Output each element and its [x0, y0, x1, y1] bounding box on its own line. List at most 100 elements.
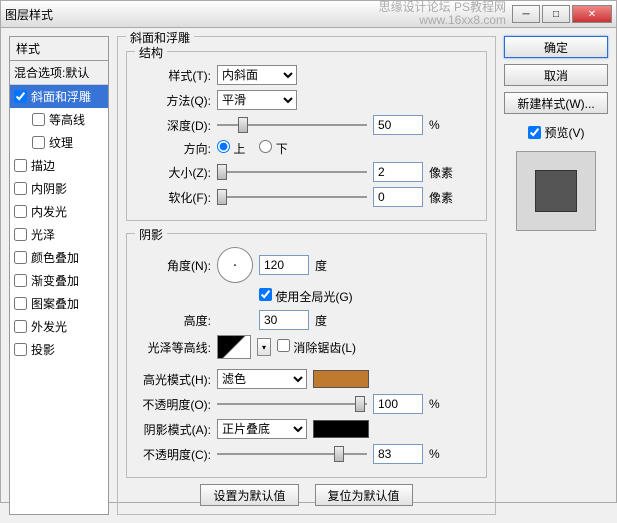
make-default-button[interactable]: 设置为默认值 — [200, 484, 298, 506]
close-button[interactable]: ✕ — [572, 5, 612, 23]
highlight-color-swatch[interactable] — [313, 370, 369, 388]
highlight-mode-select[interactable]: 滤色 — [217, 369, 307, 389]
direction-down[interactable]: 下 — [259, 140, 287, 157]
highlight-opacity-slider[interactable] — [217, 395, 367, 413]
sh-opacity-unit: % — [429, 447, 459, 461]
new-style-button[interactable]: 新建样式(W)... — [504, 92, 608, 114]
size-unit: 像素 — [429, 164, 459, 181]
depth-label: 深度(D): — [135, 117, 211, 134]
minimize-button[interactable]: ─ — [512, 5, 540, 23]
preview-label: 预览(V) — [545, 124, 585, 141]
style-item-bevel[interactable]: 斜面和浮雕 — [10, 85, 108, 108]
style-select[interactable]: 内斜面 — [217, 65, 297, 85]
shadow-opacity-slider[interactable] — [217, 445, 367, 463]
style-list: 混合选项:默认 斜面和浮雕 等高线 纹理 描边 内阴影 内发光 光泽 — [9, 60, 109, 515]
gloss-contour-swatch[interactable] — [217, 335, 251, 359]
style-check[interactable] — [14, 205, 27, 218]
style-item-stroke[interactable]: 描边 — [10, 154, 108, 177]
style-check[interactable] — [14, 251, 27, 264]
shading-title: 阴影 — [135, 226, 167, 243]
antialias-checkbox[interactable] — [277, 339, 290, 352]
styles-header[interactable]: 样式 — [9, 36, 109, 60]
global-light-checkbox[interactable] — [259, 288, 272, 301]
preview-box — [516, 151, 596, 231]
style-check[interactable] — [14, 228, 27, 241]
ok-button[interactable]: 确定 — [504, 36, 608, 58]
style-item-drop-shadow[interactable]: 投影 — [10, 338, 108, 361]
style-item-color-overlay[interactable]: 颜色叠加 — [10, 246, 108, 269]
antialias-check[interactable]: 消除锯齿(L) — [277, 339, 356, 356]
direction-up[interactable]: 上 — [217, 140, 245, 157]
style-item-texture[interactable]: 纹理 — [10, 131, 108, 154]
style-check[interactable] — [14, 274, 27, 287]
watermark: 思缘设计论坛 PS教程网 www.16xx8.com — [379, 1, 506, 27]
angle-unit: 度 — [315, 257, 345, 274]
soften-slider[interactable] — [217, 188, 367, 206]
style-label: 图案叠加 — [31, 295, 79, 312]
hl-opacity-unit: % — [429, 397, 459, 411]
style-check[interactable] — [14, 159, 27, 172]
depth-input[interactable] — [373, 115, 423, 135]
style-label: 内发光 — [31, 203, 67, 220]
style-check[interactable] — [14, 320, 27, 333]
soften-input[interactable] — [373, 187, 423, 207]
style-label: 内阴影 — [31, 180, 67, 197]
structure-title: 结构 — [135, 44, 167, 61]
preview-thumbnail — [535, 170, 577, 212]
style-item-inner-shadow[interactable]: 内阴影 — [10, 177, 108, 200]
technique-select[interactable]: 平滑 — [217, 90, 297, 110]
structure-group: 结构 样式(T): 内斜面 方法(Q): 平滑 深度(D): % — [126, 51, 487, 221]
bevel-group: 斜面和浮雕 结构 样式(T): 内斜面 方法(Q): 平滑 深度(D): — [117, 36, 496, 515]
shadow-opacity-label: 不透明度(C): — [135, 446, 211, 463]
chevron-down-icon[interactable]: ▾ — [257, 338, 271, 356]
shadow-color-swatch[interactable] — [313, 420, 369, 438]
style-label: 纹理 — [49, 134, 73, 151]
altitude-label: 高度: — [135, 312, 211, 329]
cancel-button[interactable]: 取消 — [504, 64, 608, 86]
style-check-bevel[interactable] — [14, 90, 27, 103]
maximize-button[interactable]: □ — [542, 5, 570, 23]
style-item-inner-glow[interactable]: 内发光 — [10, 200, 108, 223]
altitude-unit: 度 — [315, 312, 345, 329]
style-label: 样式(T): — [135, 67, 211, 84]
style-check-contour[interactable] — [32, 113, 45, 126]
size-label: 大小(Z): — [135, 164, 211, 181]
style-item-contour[interactable]: 等高线 — [10, 108, 108, 131]
highlight-opacity-input[interactable] — [373, 394, 423, 414]
depth-slider[interactable] — [217, 116, 367, 134]
blend-options-item[interactable]: 混合选项:默认 — [10, 61, 108, 85]
shadow-opacity-input[interactable] — [373, 444, 423, 464]
style-check[interactable] — [14, 343, 27, 356]
style-check[interactable] — [14, 297, 27, 310]
soften-unit: 像素 — [429, 189, 459, 206]
angle-dial[interactable]: ・ — [217, 247, 253, 283]
style-label: 渐变叠加 — [31, 272, 79, 289]
shadow-mode-select[interactable]: 正片叠底 — [217, 419, 307, 439]
style-check-texture[interactable] — [32, 136, 45, 149]
blend-options-label: 混合选项:默认 — [14, 64, 89, 81]
style-item-gradient-overlay[interactable]: 渐变叠加 — [10, 269, 108, 292]
size-slider[interactable] — [217, 163, 367, 181]
altitude-input[interactable] — [259, 310, 309, 330]
style-item-pattern-overlay[interactable]: 图案叠加 — [10, 292, 108, 315]
style-check[interactable] — [14, 182, 27, 195]
size-input[interactable] — [373, 162, 423, 182]
style-label: 投影 — [31, 341, 55, 358]
direction-down-radio[interactable] — [259, 140, 272, 153]
style-item-satin[interactable]: 光泽 — [10, 223, 108, 246]
depth-unit: % — [429, 118, 459, 132]
titlebar: 图层样式 思缘设计论坛 PS教程网 www.16xx8.com ─ □ ✕ — [1, 1, 616, 28]
style-label: 斜面和浮雕 — [31, 88, 91, 105]
preview-checkbox[interactable] — [528, 126, 541, 139]
style-label: 颜色叠加 — [31, 249, 79, 266]
global-light-check[interactable]: 使用全局光(G) — [259, 288, 353, 305]
reset-default-button[interactable]: 复位为默认值 — [315, 484, 413, 506]
shadow-mode-label: 阴影模式(A): — [135, 421, 211, 438]
direction-up-radio[interactable] — [217, 140, 230, 153]
style-item-outer-glow[interactable]: 外发光 — [10, 315, 108, 338]
layer-style-dialog: 图层样式 思缘设计论坛 PS教程网 www.16xx8.com ─ □ ✕ 样式… — [0, 0, 617, 503]
highlight-opacity-label: 不透明度(O): — [135, 396, 211, 413]
style-label: 描边 — [31, 157, 55, 174]
angle-input[interactable] — [259, 255, 309, 275]
style-label: 等高线 — [49, 111, 85, 128]
